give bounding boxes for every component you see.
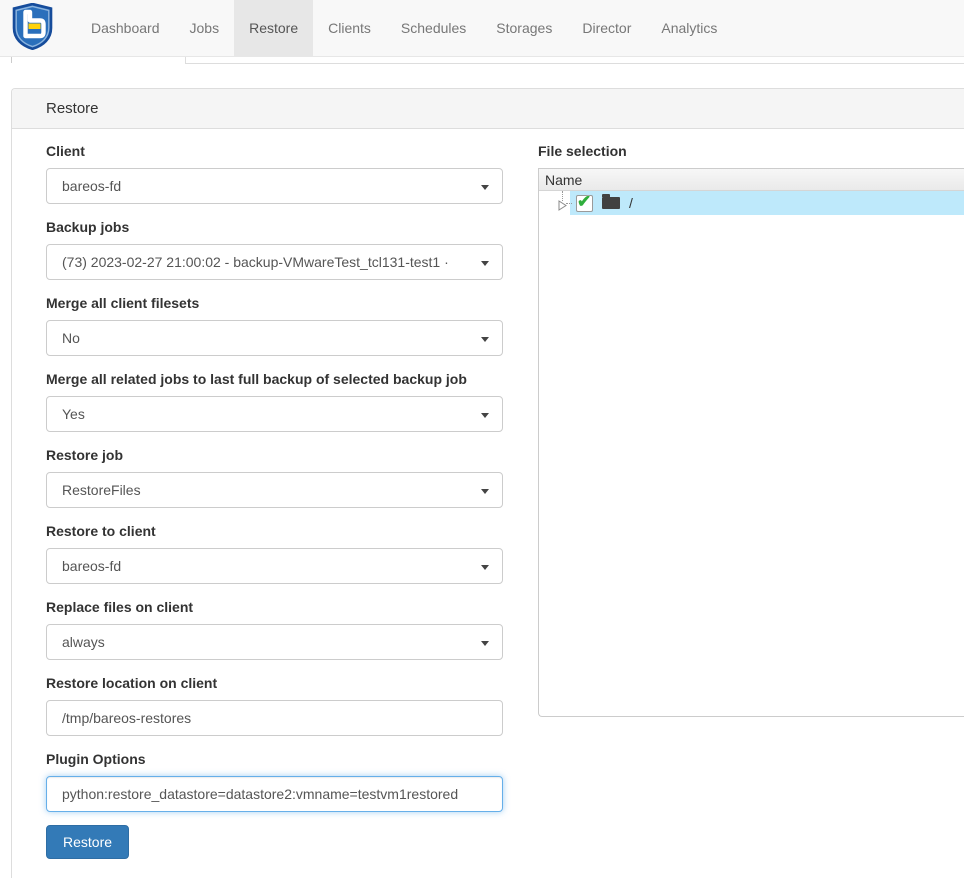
merge-filesets-group: Merge all client filesets No — [46, 295, 503, 356]
nav-item-director[interactable]: Director — [567, 0, 646, 56]
file-selection-tree: Name ✔ — [538, 168, 964, 717]
nav-item-clients[interactable]: Clients — [313, 0, 386, 56]
check-mark: ✔ — [577, 192, 591, 212]
backup-jobs-select-value: (73) 2023-02-27 21:00:02 - backup-VMware… — [62, 254, 449, 270]
nav-menu: Dashboard Jobs Restore Clients Schedules… — [76, 0, 732, 56]
chevron-down-icon — [481, 641, 489, 646]
restore-to-client-label: Restore to client — [46, 523, 503, 540]
restore-panel: Restore Client bareos-fd Backup jobs (73… — [11, 88, 964, 878]
restore-to-client-select-value: bareos-fd — [62, 558, 121, 574]
restore-to-client-group: Restore to client bareos-fd — [46, 523, 503, 584]
nav-item-schedules[interactable]: Schedules — [386, 0, 481, 56]
bareos-shield-icon — [12, 3, 53, 53]
restore-job-group: Restore job RestoreFiles — [46, 447, 503, 508]
tree-row-root[interactable]: ✔ / — [539, 191, 964, 215]
chevron-down-icon — [481, 261, 489, 266]
plugin-options-label: Plugin Options — [46, 751, 503, 768]
client-label: Client — [46, 143, 503, 160]
tree-gutter — [539, 191, 570, 215]
tab-strip-border — [185, 63, 964, 64]
client-select[interactable]: bareos-fd — [46, 168, 503, 204]
nav-item-analytics[interactable]: Analytics — [646, 0, 732, 56]
plugin-options-group: Plugin Options — [46, 751, 503, 812]
selected-node-root[interactable]: ✔ / — [570, 191, 964, 215]
replace-files-label: Replace files on client — [46, 599, 503, 616]
merge-filesets-label: Merge all client filesets — [46, 295, 503, 312]
file-selection-label: File selection — [538, 143, 964, 160]
main-navbar: Dashboard Jobs Restore Clients Schedules… — [0, 0, 964, 57]
active-tab-left-edge — [11, 57, 12, 63]
chevron-down-icon — [481, 489, 489, 494]
nav-item-storages[interactable]: Storages — [481, 0, 567, 56]
chevron-down-icon — [481, 185, 489, 190]
chevron-down-icon — [481, 565, 489, 570]
name-column-header: Name — [539, 169, 964, 191]
merge-filesets-select[interactable]: No — [46, 320, 503, 356]
backup-jobs-select[interactable]: (73) 2023-02-27 21:00:02 - backup-VMware… — [46, 244, 503, 280]
node-name: / — [629, 195, 633, 211]
restore-form-body: Client bareos-fd Backup jobs (73) 2023-0… — [12, 129, 964, 879]
merge-related-jobs-select[interactable]: Yes — [46, 396, 503, 432]
nav-item-jobs[interactable]: Jobs — [175, 0, 235, 56]
restore-job-select-value: RestoreFiles — [62, 482, 141, 498]
chevron-down-icon — [481, 413, 489, 418]
restore-location-input[interactable] — [46, 700, 503, 736]
restore-to-client-select[interactable]: bareos-fd — [46, 548, 503, 584]
expander-triangle-icon[interactable] — [558, 198, 567, 209]
merge-filesets-select-value: No — [62, 330, 80, 346]
restore-job-select[interactable]: RestoreFiles — [46, 472, 503, 508]
client-select-value: bareos-fd — [62, 178, 121, 194]
restore-job-label: Restore job — [46, 447, 503, 464]
panel-title: Restore — [12, 89, 964, 129]
replace-files-select[interactable]: always — [46, 624, 503, 660]
replace-files-select-value: always — [62, 634, 105, 650]
chevron-down-icon — [481, 337, 489, 342]
backup-jobs-group: Backup jobs (73) 2023-02-27 21:00:02 - b… — [46, 219, 503, 280]
client-group: Client bareos-fd — [46, 143, 503, 204]
merge-related-jobs-select-value: Yes — [62, 406, 85, 422]
nav-item-restore[interactable]: Restore — [234, 0, 313, 56]
restore-submit-button[interactable]: Restore — [46, 825, 129, 859]
tab-strip — [0, 57, 964, 64]
nav-item-dashboard[interactable]: Dashboard — [76, 0, 175, 56]
backup-jobs-label: Backup jobs — [46, 219, 503, 236]
restore-location-label: Restore location on client — [46, 675, 503, 692]
checked-checkbox-icon[interactable]: ✔ — [576, 195, 593, 212]
folder-icon — [602, 197, 620, 209]
plugin-options-input[interactable] — [46, 776, 503, 812]
file-selection-section: File selection Name — [538, 143, 964, 859]
restore-location-group: Restore location on client — [46, 675, 503, 736]
restore-form: Client bareos-fd Backup jobs (73) 2023-0… — [46, 143, 503, 859]
replace-files-group: Replace files on client always — [46, 599, 503, 660]
merge-related-jobs-label: Merge all related jobs to last full back… — [46, 371, 503, 388]
bareos-logo[interactable] — [0, 0, 64, 56]
merge-related-jobs-group: Merge all related jobs to last full back… — [46, 371, 503, 432]
